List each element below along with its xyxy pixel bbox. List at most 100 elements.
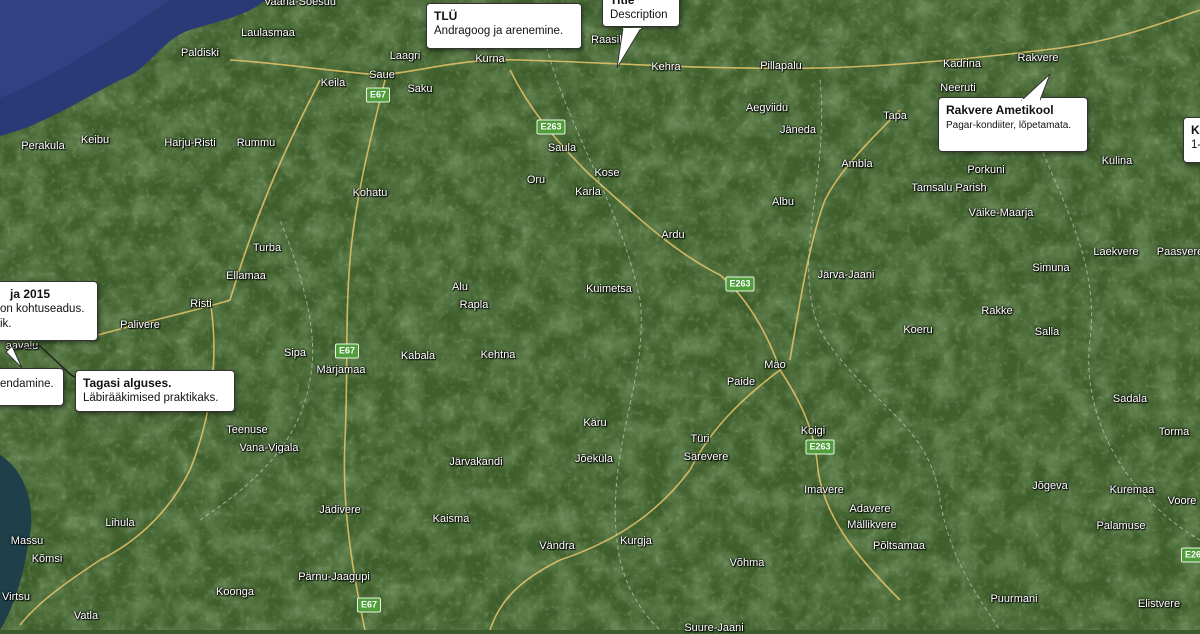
place-label: Keibu [80,134,110,146]
place-label: Turba [252,242,282,254]
place-label: Vaana-Sõesuu [264,0,336,8]
place-label: Puurmani [990,593,1038,605]
marker-tagasi[interactable]: Tagasi alguses. Läbirääkimised praktikak… [75,370,235,412]
place-label: Tapa [883,110,907,122]
place-label: Särevere [683,451,729,463]
place-label: Massu [10,535,44,547]
place-label: Jädivere [319,504,361,516]
marker-title: TLÜ [434,9,458,23]
place-label: Saula [547,142,577,154]
place-label: Adavere [849,503,891,515]
place-label: Elistvere [1137,598,1181,610]
place-label: Mällikvere [847,519,897,531]
road-shield: E67 [365,87,391,103]
place-label: Jäneda [779,124,817,136]
road-shield: E263 [536,119,566,135]
place-label: Neeruti [940,82,976,94]
marker-line-1: on kohtuseadus. [0,303,85,315]
place-label: Käru [583,417,607,429]
place-label: Kabala [400,350,436,362]
place-label: Salla [1034,326,1060,338]
place-label: Teenuse [226,424,268,436]
place-label: Sipa [283,347,307,359]
place-label: Kohatu [352,187,388,199]
road-shield: E263 [805,439,835,455]
place-label: Põltsamaa [873,540,925,552]
place-label: Kadrina [943,58,981,70]
place-label: Kuremaa [1109,484,1155,496]
place-label: Kehra [651,61,681,73]
place-label: Oru [526,174,546,186]
road-shield: E26 [1180,547,1200,563]
marker-description: Andragoog ja arenemine. [434,25,564,37]
place-label: Paide [726,376,756,388]
place-label: Koigi [800,425,826,437]
place-label: Suure-Jaani [684,622,744,634]
place-label: Karla [575,186,601,198]
place-label: Koeru [903,324,933,336]
place-label: Vatla [73,610,99,622]
place-label: Ardu [661,229,685,241]
place-label: Laekvere [1093,246,1139,258]
place-label: Sadala [1112,393,1148,405]
place-label: Tamsalu Parish [911,182,987,194]
place-label: Risti [190,298,212,310]
place-label: Voore [1167,495,1197,507]
marker-pointer [1020,73,1051,101]
place-label: Harju-Risti [164,137,216,149]
place-label: Kehtna [480,349,516,361]
place-label: Palamuse [1096,520,1146,532]
place-label: Albu [771,196,795,208]
marker-description: Description [610,9,668,21]
place-label: Keila [320,77,346,89]
marker-tlu[interactable]: TLÜ Andragoog ja arenemine. [426,3,582,49]
place-label: Torma [1158,426,1190,438]
place-label: Lihula [105,517,135,529]
place-label: Laulasmaa [241,27,295,39]
place-label: Laagri [389,50,421,62]
marker-title-description[interactable]: Title Description [602,0,680,27]
marker-rakvere[interactable]: Rakvere Ametikool Pagar-kondiiter, lõpet… [938,97,1088,152]
place-label: Kaisma [432,513,470,525]
place-label: Simuna [1032,262,1070,274]
place-label: Rummu [236,137,276,149]
marker-right-edge[interactable]: K 1- [1183,117,1200,163]
marker-title: K [1191,123,1200,137]
place-label: Pärnu-Jaagupi [298,571,370,583]
place-label: Vändra [539,540,575,552]
marker-title: Title [610,0,635,7]
road-shield: E263 [725,276,755,292]
place-label: Kurna [475,53,505,65]
place-label: Jõgeva [1032,480,1068,492]
place-label: Kulina [1101,155,1133,167]
place-label: Ambla [841,158,873,170]
place-label: Rapla [459,299,489,311]
road-shield: E67 [334,343,360,359]
place-label: Mäo [764,359,786,371]
place-label: Pillapalu [760,60,802,72]
marker-description: Pagar-kondiiter, lõpetamata. [946,120,1072,131]
place-label: Saku [407,83,433,95]
place-label: Kuimetsa [586,283,632,295]
place-label: Järvakandi [449,456,503,468]
place-label: Kõmsi [31,553,63,565]
place-label: Vana-Vigala [239,442,299,454]
place-label: Koonga [216,586,254,598]
marker-title: Rakvere Ametikool [946,103,1054,117]
place-label: Palivere [120,319,160,331]
place-label: Väike-Maarja [968,207,1034,219]
place-label: Paasvere [1156,246,1200,258]
place-label: Alu [452,281,468,293]
place-label: Imavere [804,484,844,496]
marker-description: Läbirääkimised praktikaks. [83,392,219,404]
place-label: Türi [690,433,710,445]
place-label: Saue [369,69,395,81]
marker-pointer [616,28,642,69]
marker-left-top[interactable]: ja 2015 on kohtuseadus. ik. [0,281,98,341]
marker-line-2: ik. [0,318,12,330]
road-shield: E67 [356,597,382,613]
place-label: Aegviidu [745,102,789,114]
place-label: Paldiski [181,47,219,59]
place-label: Porkuni [967,164,1005,176]
place-label: Kose [594,167,620,179]
